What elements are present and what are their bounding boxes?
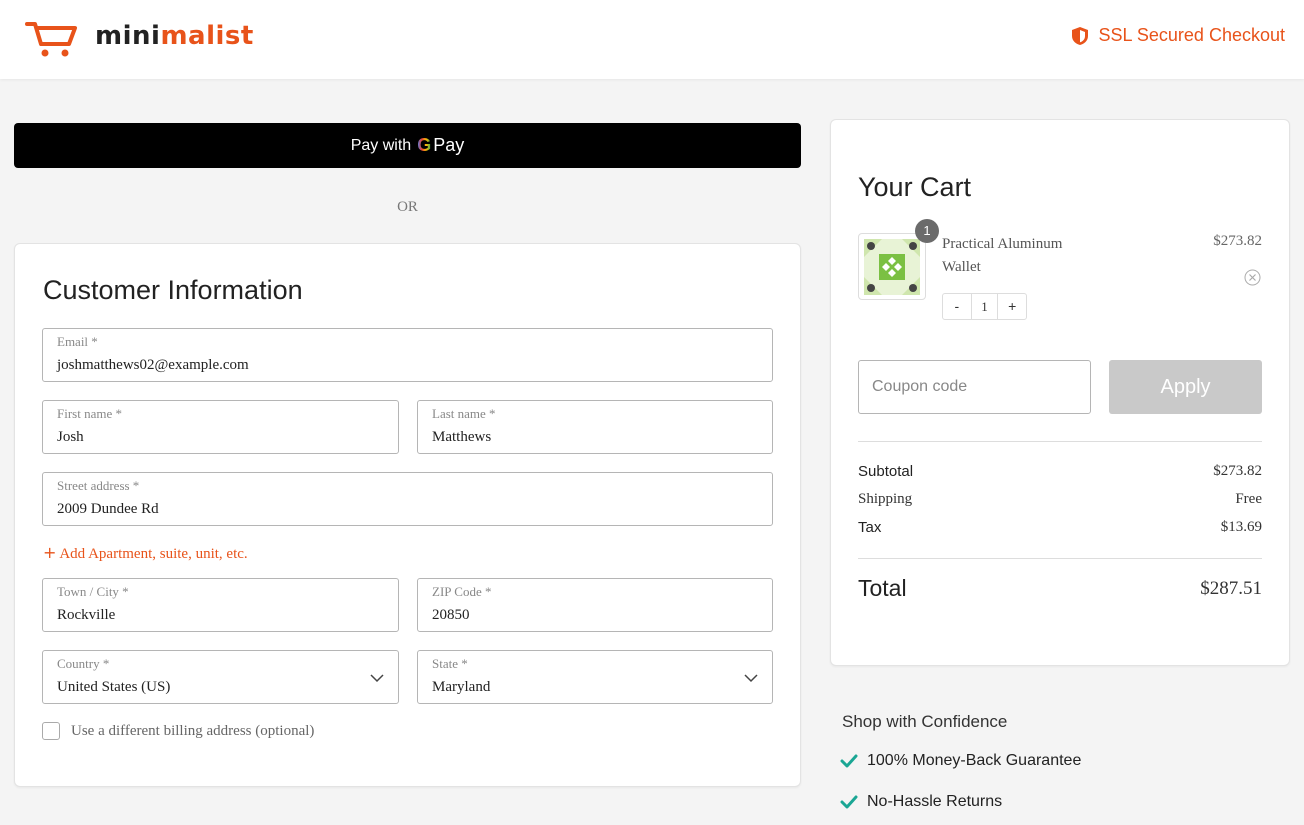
- customer-information-title: Customer Information: [43, 275, 303, 305]
- remove-item-icon[interactable]: [1244, 269, 1261, 286]
- product-thumbnail: [858, 233, 926, 300]
- subtotal-value: $273.82: [1213, 463, 1262, 479]
- google-g-icon: G: [417, 135, 432, 155]
- first-name-label: First name *: [57, 406, 122, 421]
- guarantee-item: No-Hassle Returns: [840, 793, 1002, 811]
- gpay-suffix: Pay: [433, 135, 465, 155]
- checkmark-icon: [840, 754, 858, 768]
- quantity-stepper: - 1 +: [942, 293, 1027, 320]
- subtotal-label: Subtotal: [858, 463, 914, 480]
- last-name-field[interactable]: Last name * Matthews: [417, 400, 773, 454]
- tax-row: Tax $13.69: [858, 519, 1262, 536]
- shipping-value: Free: [1235, 491, 1262, 507]
- city-value: Rockville: [57, 607, 116, 623]
- increase-quantity-button[interactable]: +: [998, 294, 1026, 319]
- street-address-label: Street address *: [57, 478, 140, 493]
- email-value: joshmatthews02@example.com: [57, 357, 249, 373]
- guarantee-label: 100% Money-Back Guarantee: [867, 752, 1082, 769]
- shipping-label: Shipping: [858, 491, 913, 507]
- plus-icon: +: [43, 543, 57, 562]
- email-label: Email *: [57, 334, 98, 349]
- add-apartment-link[interactable]: + Add Apartment, suite, unit, etc.: [43, 543, 248, 563]
- country-value: United States (US): [57, 679, 171, 695]
- shipping-row: Shipping Free: [858, 491, 1262, 508]
- site-header: minimalist SSL Secured Checkout: [0, 0, 1304, 79]
- quantity-value[interactable]: 1: [970, 294, 999, 319]
- shop-with-confidence-title: Shop with Confidence: [842, 712, 1008, 731]
- street-address-field[interactable]: Street address * 2009 Dundee Rd: [42, 472, 773, 526]
- coupon-input[interactable]: Coupon code: [858, 360, 1091, 414]
- zip-code-value: 20850: [432, 607, 470, 623]
- guarantee-label: No-Hassle Returns: [867, 793, 1003, 810]
- subtotal-row: Subtotal $273.82: [858, 463, 1262, 480]
- logo-text-part1: mini: [95, 21, 161, 51]
- google-pay-button[interactable]: Pay with G Pay: [14, 123, 801, 168]
- country-label: Country *: [57, 656, 110, 671]
- product-name[interactable]: Practical Aluminum Wallet: [942, 233, 1092, 279]
- add-apartment-label: Add Apartment, suite, unit, etc.: [59, 546, 248, 562]
- zip-code-label: ZIP Code *: [432, 584, 492, 599]
- city-field[interactable]: Town / City * Rockville: [42, 578, 399, 632]
- cart-card: Your Cart 1 Practical Aluminum Wallet $2…: [830, 119, 1290, 666]
- first-name-field[interactable]: First name * Josh: [42, 400, 399, 454]
- product-price: $273.82: [1213, 233, 1262, 249]
- cart-title: Your Cart: [858, 172, 972, 202]
- ssl-label: SSL Secured Checkout: [1098, 25, 1285, 45]
- divider: [858, 558, 1262, 559]
- ssl-badge: SSL Secured Checkout: [1071, 25, 1285, 46]
- total-label: Total: [858, 575, 907, 601]
- tax-value: $13.69: [1220, 519, 1262, 535]
- decrease-quantity-button[interactable]: -: [943, 294, 971, 319]
- billing-label: Use a different billing address (optiona…: [71, 722, 315, 739]
- state-select[interactable]: State * Maryland: [417, 650, 773, 704]
- state-value: Maryland: [432, 679, 491, 695]
- street-address-value: 2009 Dundee Rd: [57, 501, 159, 517]
- logo-text-part2: malist: [160, 21, 254, 51]
- email-field[interactable]: Email * joshmatthews02@example.com: [42, 328, 773, 382]
- zip-code-field[interactable]: ZIP Code * 20850: [417, 578, 773, 632]
- last-name-label: Last name *: [432, 406, 496, 421]
- city-label: Town / City *: [57, 584, 129, 599]
- checkmark-icon: [840, 795, 858, 809]
- logo-text: minimalist: [95, 21, 254, 51]
- tax-label: Tax: [858, 519, 882, 536]
- different-billing-option[interactable]: Use a different billing address (optiona…: [42, 722, 314, 740]
- last-name-value: Matthews: [432, 429, 492, 445]
- billing-checkbox[interactable]: [42, 722, 60, 740]
- quantity-badge: 1: [915, 219, 939, 243]
- country-select[interactable]: Country * United States (US): [42, 650, 399, 704]
- total-row: Total $287.51: [858, 575, 1262, 602]
- divider: [858, 441, 1262, 442]
- state-label: State *: [432, 656, 468, 671]
- apply-coupon-button[interactable]: Apply: [1109, 360, 1262, 414]
- total-value: $287.51: [1200, 577, 1262, 599]
- gpay-prefix: Pay with: [350, 136, 412, 154]
- chevron-down-icon: [370, 674, 384, 683]
- logo[interactable]: minimalist: [25, 18, 254, 58]
- chevron-down-icon: [744, 674, 758, 683]
- shopping-cart-icon: [25, 22, 77, 57]
- customer-information-card: Customer Information Email * joshmatthew…: [14, 243, 801, 787]
- guarantee-item: 100% Money-Back Guarantee: [840, 752, 1081, 770]
- first-name-value: Josh: [57, 429, 84, 445]
- product-image: [864, 239, 920, 295]
- shield-icon: [1071, 26, 1088, 45]
- or-divider: OR: [397, 199, 418, 215]
